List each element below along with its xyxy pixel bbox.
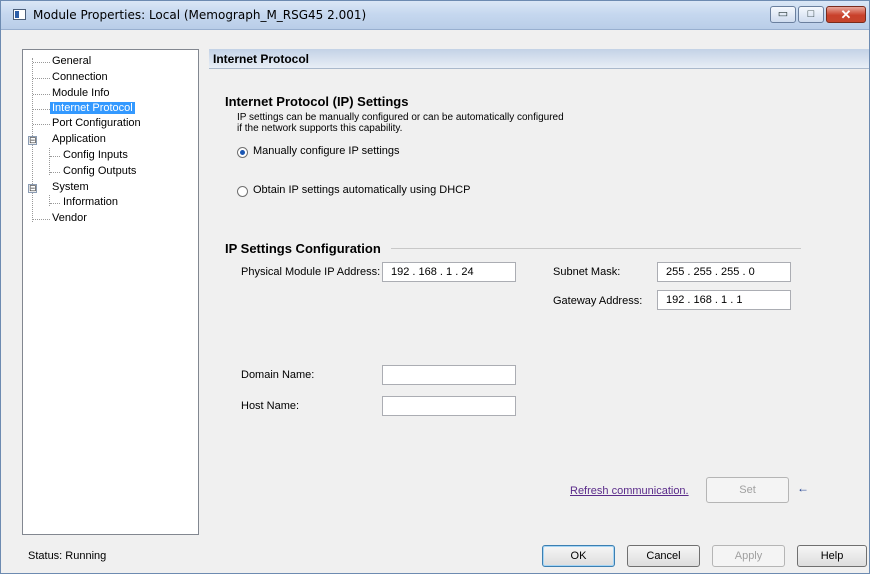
maximize-button[interactable]: □: [798, 6, 824, 23]
gateway-address-field[interactable]: 192 . 168 . 1 . 1: [657, 290, 791, 310]
manual-ip-radio[interactable]: [237, 147, 248, 158]
tree-item-internet-protocol[interactable]: Internet Protocol: [50, 102, 135, 115]
category-tree[interactable]: General Connection Module Info Internet …: [22, 49, 199, 535]
section-title: Internet Protocol: [213, 52, 310, 66]
tree-item-vendor[interactable]: Vendor: [50, 212, 89, 225]
tree-connector: [49, 195, 50, 206]
ok-button[interactable]: OK: [542, 545, 615, 567]
tree-item-label: Connection: [52, 71, 108, 83]
domain-name-label: Domain Name:: [241, 369, 315, 381]
window-app-icon: [13, 9, 26, 20]
manual-ip-label[interactable]: Manually configure IP settings: [253, 145, 400, 157]
collapse-application-icon[interactable]: ⊟: [28, 136, 37, 145]
group-divider: [391, 248, 801, 249]
tree-connector: [50, 156, 60, 157]
ip-config-heading: IP Settings Configuration: [225, 241, 381, 256]
tree-connector: [33, 124, 50, 125]
tree-item-config-outputs[interactable]: Config Outputs: [61, 165, 138, 178]
tree-item-label: Port Configuration: [52, 117, 141, 129]
dhcp-radio[interactable]: [237, 186, 248, 197]
ip-settings-description-line1: IP settings can be manually configured o…: [237, 112, 564, 123]
host-name-field[interactable]: [382, 396, 516, 416]
tree-connector: [33, 78, 50, 79]
tree-item-label: Config Inputs: [63, 149, 128, 161]
tree-item-connection[interactable]: Connection: [50, 71, 110, 84]
close-button[interactable]: ✕: [826, 6, 866, 23]
apply-button[interactable]: Apply: [712, 545, 785, 567]
tree-connector: [49, 148, 50, 175]
tree-connector: [50, 172, 60, 173]
window-controls: ▭ □ ✕: [768, 6, 866, 24]
module-properties-window: Module Properties: Local (Memograph_M_RS…: [0, 0, 870, 574]
status-text: Status: Running: [28, 550, 107, 562]
tree-item-label: Information: [63, 196, 119, 208]
section-header: Internet Protocol: [209, 49, 869, 69]
tree-item-label: Config Outputs: [63, 165, 137, 177]
domain-name-field[interactable]: [382, 365, 516, 385]
tree-item-label: Vendor: [52, 212, 87, 224]
tree-item-application[interactable]: Application: [50, 133, 108, 146]
tree-connector: [33, 219, 50, 220]
physical-ip-label: Physical Module IP Address:: [241, 266, 381, 278]
tree-item-label: System: [52, 181, 89, 193]
tree-item-label: General: [52, 55, 92, 67]
dhcp-label[interactable]: Obtain IP settings automatically using D…: [253, 184, 470, 196]
minimize-button[interactable]: ▭: [770, 6, 796, 23]
tree-item-system[interactable]: System: [50, 181, 91, 194]
tree-item-port-configuration[interactable]: Port Configuration: [50, 117, 143, 130]
tree-item-general[interactable]: General: [50, 55, 93, 68]
help-button[interactable]: Help: [797, 545, 867, 567]
ip-settings-heading: Internet Protocol (IP) Settings: [225, 94, 409, 109]
internet-protocol-pane: Internet Protocol (IP) Settings IP setti…: [209, 69, 869, 535]
gateway-address-label: Gateway Address:: [553, 295, 643, 307]
subnet-mask-field[interactable]: 255 . 255 . 255 . 0: [657, 262, 791, 282]
set-button[interactable]: Set: [706, 477, 789, 503]
tree-connector: [33, 62, 50, 63]
arrow-left-icon: ←: [797, 481, 809, 495]
collapse-system-icon[interactable]: ⊟: [28, 184, 37, 193]
tree-item-label: Module Info: [52, 87, 110, 99]
tree-item-label: Application: [52, 133, 106, 145]
tree-connector: [50, 203, 60, 204]
tree-item-config-inputs[interactable]: Config Inputs: [61, 149, 130, 162]
tree-item-module-info[interactable]: Module Info: [50, 87, 111, 100]
host-name-label: Host Name:: [241, 400, 300, 412]
tree-item-label: Internet Protocol: [50, 102, 135, 114]
title-bar[interactable]: Module Properties: Local (Memograph_M_RS…: [1, 1, 869, 30]
window-title: Module Properties: Local (Memograph_M_RS…: [33, 8, 367, 22]
tree-connector: [33, 109, 50, 110]
ip-settings-description-line2: if the network supports this capability.: [237, 123, 403, 134]
physical-ip-field[interactable]: 192 . 168 . 1 . 24: [382, 262, 516, 282]
tree-connector: [33, 94, 50, 95]
tree-item-information[interactable]: Information: [61, 196, 120, 209]
refresh-communication-link[interactable]: Refresh communication.: [570, 485, 689, 497]
cancel-button[interactable]: Cancel: [627, 545, 700, 567]
subnet-mask-label: Subnet Mask:: [553, 266, 621, 278]
